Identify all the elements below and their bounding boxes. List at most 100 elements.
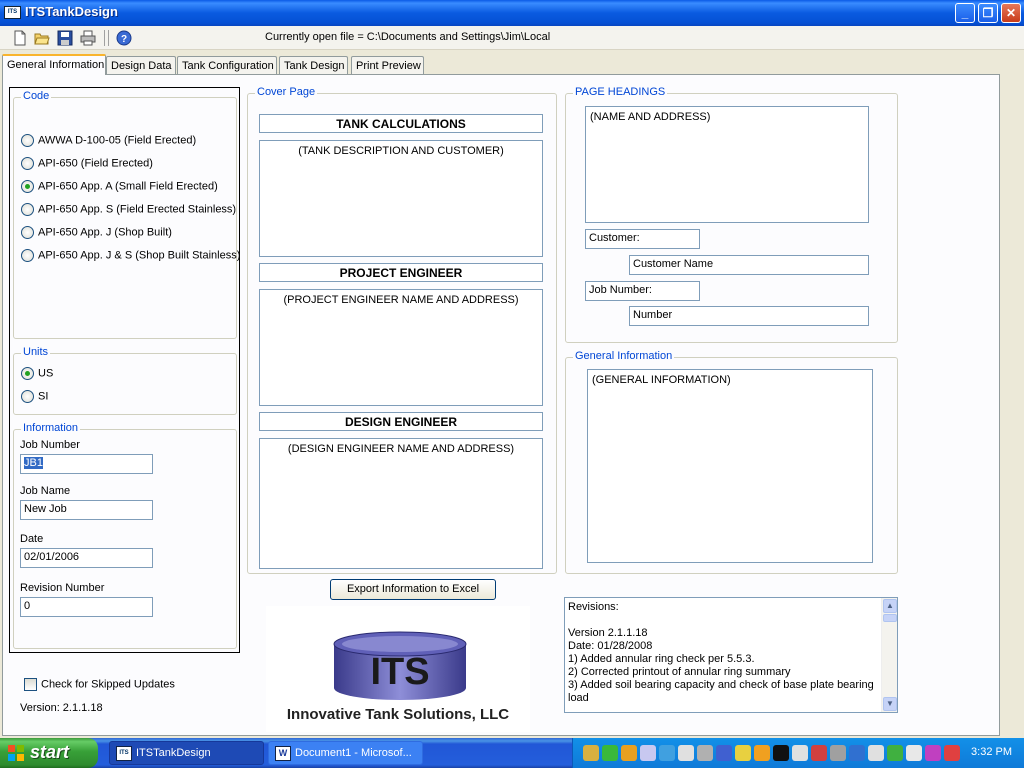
start-button[interactable]: start	[0, 738, 98, 768]
minimize-button[interactable]: _	[955, 3, 975, 23]
radio-indicator[interactable]	[21, 367, 34, 380]
radio-indicator[interactable]	[21, 203, 34, 216]
tray-app-icon[interactable]	[887, 745, 903, 761]
tab-tank-configuration[interactable]: Tank Configuration	[177, 56, 277, 75]
tray-app-icon[interactable]	[754, 745, 770, 761]
code-legend: Code	[21, 90, 52, 102]
revision-number-input[interactable]: 0	[20, 597, 153, 617]
radio-indicator[interactable]	[21, 134, 34, 147]
export-to-excel-button[interactable]: Export Information to Excel	[330, 579, 496, 600]
radio-api650-app-j-s[interactable]: API-650 App. J & S (Shop Built Stainless…	[21, 249, 240, 263]
toolbar-separator	[104, 30, 105, 46]
date-label: Date	[20, 533, 44, 545]
open-icon[interactable]	[34, 30, 50, 46]
scroll-up-arrow-icon[interactable]: ▲	[883, 599, 897, 613]
job-name-input[interactable]: New Job	[20, 500, 153, 520]
revision-line: Version 2.1.1.18	[568, 627, 648, 639]
skipped-updates-label: Check for Skipped Updates	[41, 678, 175, 691]
tab-general-information[interactable]: General Information	[2, 54, 106, 75]
tab-design-data[interactable]: Design Data	[106, 56, 176, 75]
title-bar[interactable]: ITS ITSTankDesign _ ❐ ✕	[0, 0, 1024, 26]
job-number-label-field[interactable]: Job Number:	[585, 281, 700, 301]
tank-description-textarea[interactable]: (TANK DESCRIPTION AND CUSTOMER)	[259, 140, 543, 257]
tray-app-icon[interactable]	[773, 745, 789, 761]
radio-indicator[interactable]	[21, 390, 34, 403]
tray-app-icon[interactable]	[716, 745, 732, 761]
radio-awwa-d100[interactable]: AWWA D-100-05 (Field Erected)	[21, 134, 196, 148]
word-icon: W	[275, 746, 291, 761]
radio-api650-app-j[interactable]: API-650 App. J (Shop Built)	[21, 226, 172, 240]
radio-indicator[interactable]	[21, 180, 34, 193]
tray-app-icon[interactable]	[849, 745, 865, 761]
tray-app-icon[interactable]	[811, 745, 827, 761]
tray-app-icon[interactable]	[659, 745, 675, 761]
tray-app-icon[interactable]	[583, 745, 599, 761]
radio-units-si[interactable]: SI	[21, 390, 48, 404]
taskbar-clock[interactable]: 3:32 PM	[971, 746, 1012, 758]
skipped-updates-checkbox[interactable]: Check for Skipped Updates	[24, 678, 175, 691]
new-icon[interactable]	[12, 30, 28, 46]
tray-app-icon[interactable]	[735, 745, 751, 761]
start-label: start	[30, 742, 70, 762]
tray-app-icon[interactable]	[792, 745, 808, 761]
project-engineer-header[interactable]: PROJECT ENGINEER	[259, 263, 543, 282]
version-label: Version: 2.1.1.18	[20, 702, 103, 714]
project-engineer-textarea[interactable]: (PROJECT ENGINEER NAME AND ADDRESS)	[259, 289, 543, 406]
window-title: ITSTankDesign	[25, 4, 118, 19]
tray-app-icon[interactable]	[602, 745, 618, 761]
tray-app-icon[interactable]	[697, 745, 713, 761]
taskbar: start ITS ITSTankDesign W Document1 - Mi…	[0, 738, 1024, 768]
tray-app-icon[interactable]	[925, 745, 941, 761]
tray-app-icon[interactable]	[944, 745, 960, 761]
general-information-legend: General Information	[573, 350, 675, 362]
tray-app-icon[interactable]	[640, 745, 656, 761]
information-legend: Information	[21, 422, 81, 434]
design-engineer-textarea[interactable]: (DESIGN ENGINEER NAME AND ADDRESS)	[259, 438, 543, 569]
revision-line: 3) Added soil bearing capacity and check…	[568, 679, 874, 704]
name-address-textarea[interactable]: (NAME AND ADDRESS)	[585, 106, 869, 223]
radio-api650[interactable]: API-650 (Field Erected)	[21, 157, 153, 171]
revisions-textarea[interactable]: Revisions: Version 2.1.1.18 Date: 01/28/…	[564, 597, 898, 713]
taskbar-item-itstankdesign[interactable]: ITS ITSTankDesign	[109, 741, 264, 765]
customer-name-input[interactable]: Customer Name	[629, 255, 869, 275]
its-app-icon: ITS	[116, 746, 132, 761]
taskbar-item-document1[interactable]: W Document1 - Microsof...	[268, 741, 423, 765]
date-input[interactable]: 02/01/2006	[20, 548, 153, 568]
revisions-scrollbar[interactable]: ▲ ▼	[881, 598, 897, 712]
checkbox-box[interactable]	[24, 678, 37, 691]
tray-app-icon[interactable]	[621, 745, 637, 761]
print-icon[interactable]	[80, 30, 96, 46]
windows-flag-icon	[8, 745, 24, 761]
revision-line: Date: 01/28/2008	[568, 640, 653, 652]
radio-api650-app-s[interactable]: API-650 App. S (Field Erected Stainless)	[21, 203, 236, 217]
radio-units-us[interactable]: US	[21, 367, 53, 381]
tab-print-preview[interactable]: Print Preview	[351, 56, 424, 75]
tray-app-icon[interactable]	[830, 745, 846, 761]
units-group: Units	[13, 346, 237, 415]
revision-line: 1) Added annular ring check per 5.5.3.	[568, 653, 755, 665]
job-number-heading-input[interactable]: Number	[629, 306, 869, 326]
scroll-thumb[interactable]	[883, 614, 897, 622]
revision-line: 2) Corrected printout of annular ring su…	[568, 666, 791, 678]
radio-api650-app-a[interactable]: API-650 App. A (Small Field Erected)	[21, 180, 218, 194]
radio-indicator[interactable]	[21, 157, 34, 170]
tab-tank-design[interactable]: Tank Design	[279, 56, 348, 75]
general-information-textarea[interactable]: (GENERAL INFORMATION)	[587, 369, 873, 563]
close-button[interactable]: ✕	[1001, 3, 1021, 23]
save-icon[interactable]	[57, 30, 73, 46]
tank-calculations-header[interactable]: TANK CALCULATIONS	[259, 114, 543, 133]
revision-line	[568, 614, 879, 627]
tray-app-icon[interactable]	[678, 745, 694, 761]
tray-app-icon[interactable]	[906, 745, 922, 761]
job-name-label: Job Name	[20, 485, 71, 497]
radio-indicator[interactable]	[21, 226, 34, 239]
radio-indicator[interactable]	[21, 249, 34, 262]
design-engineer-header[interactable]: DESIGN ENGINEER	[259, 412, 543, 431]
tray-app-icon[interactable]	[868, 745, 884, 761]
job-number-input[interactable]: JB1	[20, 454, 153, 474]
scroll-down-arrow-icon[interactable]: ▼	[883, 697, 897, 711]
toolbar: ? Currently open file = C:\Documents and…	[0, 26, 1024, 50]
maximize-button[interactable]: ❐	[978, 3, 998, 23]
help-icon[interactable]: ?	[116, 30, 132, 46]
customer-label-field[interactable]: Customer:	[585, 229, 700, 249]
